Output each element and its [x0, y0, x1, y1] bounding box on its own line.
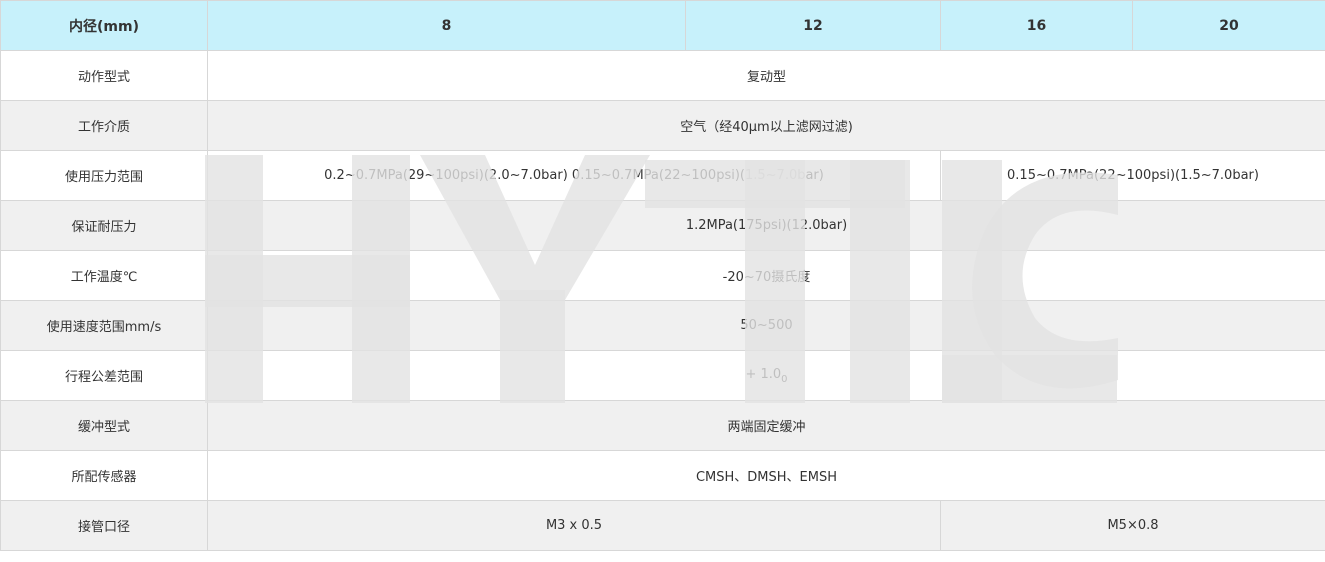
row-value-large-bore: M5×0.8: [940, 500, 1325, 551]
row-label: 工作介质: [0, 100, 208, 151]
bore-12: 12: [685, 0, 941, 51]
table-row: 缓冲型式 两端固定缓冲: [0, 400, 1325, 451]
row-label: 使用速度范围mm/s: [0, 300, 208, 351]
row-value-small-bore: M3 x 0.5: [207, 500, 941, 551]
bore-20: 20: [1132, 0, 1325, 51]
row-label: 接管口径: [0, 500, 208, 551]
row-label: 使用压力范围: [0, 150, 208, 201]
row-value: 50~500: [207, 300, 1325, 351]
table-row: 使用压力范围 0.2~0.7MPa(29~100psi)(2.0~7.0bar)…: [0, 150, 1325, 201]
table-row: 行程公差范围 + 1.00: [0, 350, 1325, 401]
row-label: 所配传感器: [0, 450, 208, 501]
row-label: 缓冲型式: [0, 400, 208, 451]
row-label: 工作温度℃: [0, 250, 208, 301]
row-value: + 1.00: [207, 350, 1325, 401]
header-row: 内径(mm) 8 12 16 20: [0, 0, 1325, 51]
header-label: 内径(mm): [0, 0, 208, 51]
row-value: 两端固定缓冲: [207, 400, 1325, 451]
row-value-small-bore: 0.2~0.7MPa(29~100psi)(2.0~7.0bar) 0.15~0…: [207, 150, 941, 201]
bore-8: 8: [207, 0, 686, 51]
table-row: 接管口径 M3 x 0.5 M5×0.8: [0, 500, 1325, 551]
table-row: 动作型式 复动型: [0, 50, 1325, 101]
table-row: 所配传感器 CMSH、DMSH、EMSH: [0, 450, 1325, 501]
bore-16: 16: [940, 0, 1133, 51]
row-value: CMSH、DMSH、EMSH: [207, 450, 1325, 501]
table-row: 保证耐压力 1.2MPa(175psi)(12.0bar): [0, 200, 1325, 251]
row-value: -20~70摄氏度: [207, 250, 1325, 301]
row-value: 复动型: [207, 50, 1325, 101]
table-row: 工作介质 空气（经40μm以上滤网过滤): [0, 100, 1325, 151]
row-value: 空气（经40μm以上滤网过滤): [207, 100, 1325, 151]
row-value: 1.2MPa(175psi)(12.0bar): [207, 200, 1325, 251]
tolerance-main: + 1.0: [745, 366, 782, 382]
table-row: 使用速度范围mm/s 50~500: [0, 300, 1325, 351]
tolerance-subscript: 0: [781, 373, 788, 385]
row-label: 保证耐压力: [0, 200, 208, 251]
spec-table: 内径(mm) 8 12 16 20 动作型式 复动型 工作介质 空气（经40μm…: [0, 0, 1325, 551]
table-row: 工作温度℃ -20~70摄氏度: [0, 250, 1325, 301]
row-value-large-bore: 0.15~0.7MPa(22~100psi)(1.5~7.0bar): [940, 150, 1325, 201]
row-label: 动作型式: [0, 50, 208, 101]
row-label: 行程公差范围: [0, 350, 208, 401]
